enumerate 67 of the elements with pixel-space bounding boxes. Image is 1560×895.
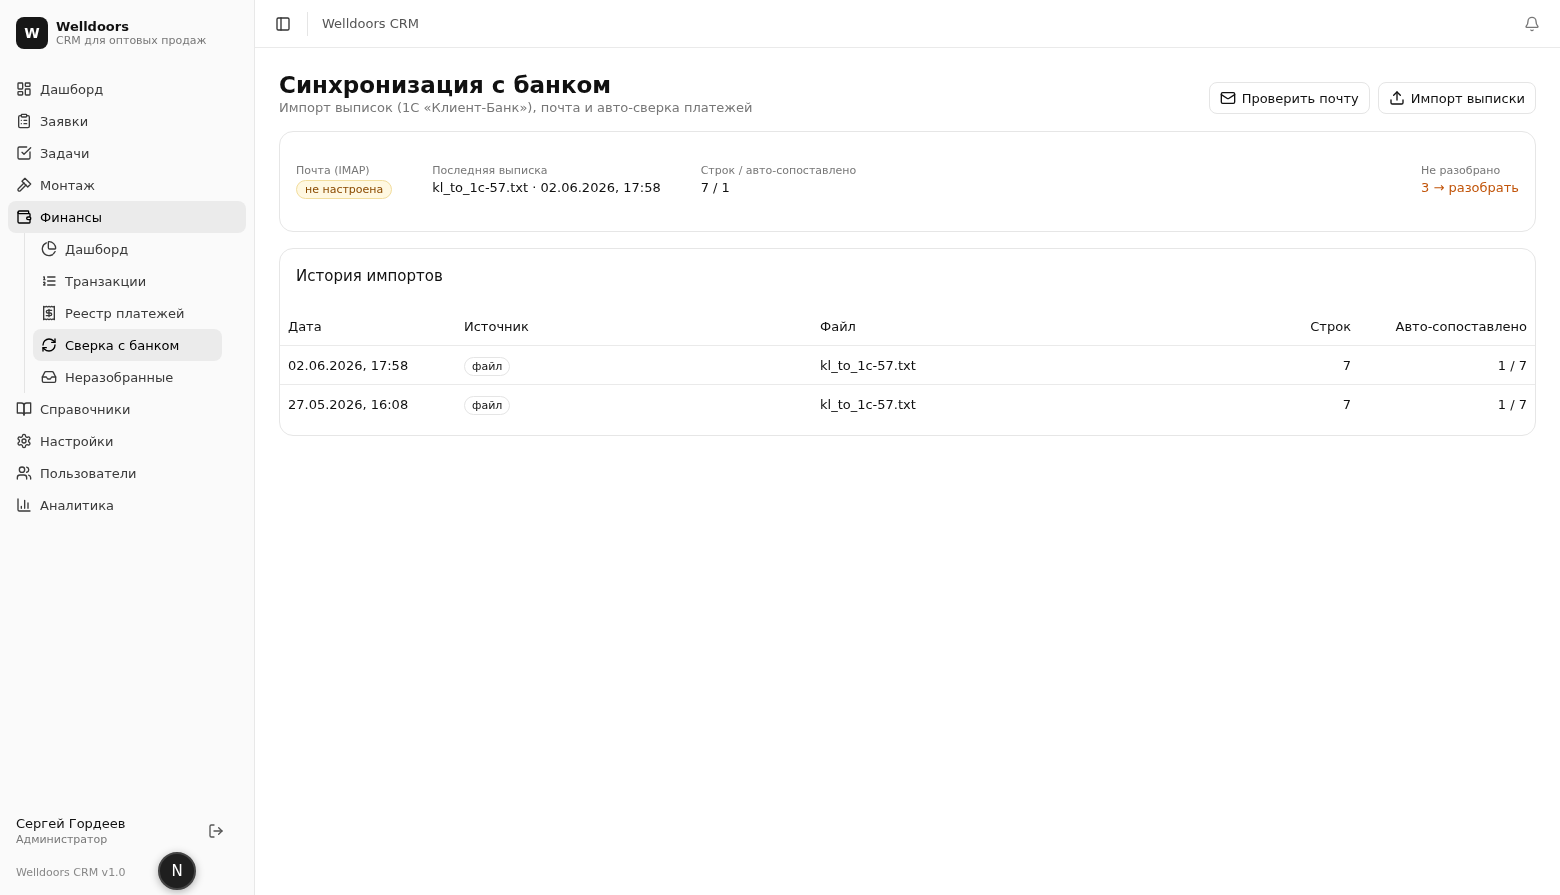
nav-subitem[interactable]: Сверка с банком bbox=[33, 329, 222, 361]
checkbox-icon bbox=[16, 145, 32, 161]
numbered-list-icon bbox=[41, 273, 57, 289]
sort-link[interactable]: 3 → разобрать bbox=[1421, 180, 1519, 195]
page-title: Синхронизация с банком bbox=[279, 72, 613, 98]
user-role: Администратор bbox=[16, 833, 109, 846]
inbox-icon bbox=[41, 369, 57, 385]
brand-logo: W bbox=[16, 17, 48, 49]
version-label: Welldoors CRM v1.0 bbox=[16, 866, 126, 879]
column-header: Источник bbox=[464, 318, 530, 334]
stat-label: Не разобрано bbox=[1421, 164, 1502, 177]
wallet-icon bbox=[16, 209, 32, 225]
table-cell-text: 27.05.2026, 16:08 bbox=[288, 396, 410, 412]
table-cell-text: 7 bbox=[1341, 396, 1351, 412]
check-mail-button[interactable]: Проверить почту bbox=[1208, 82, 1370, 114]
bell-icon bbox=[1524, 15, 1540, 32]
nav-subitem[interactable]: Транзакции bbox=[33, 265, 222, 297]
brand-tagline: CRM для оптовых продаж bbox=[56, 34, 207, 47]
nav-subitem[interactable]: Реестр платежей bbox=[33, 297, 222, 329]
hammer-icon bbox=[16, 177, 32, 193]
logout-icon bbox=[208, 823, 224, 839]
column-header: Дата bbox=[288, 318, 323, 334]
column-header: Авто-сопоставлено bbox=[1394, 318, 1527, 334]
brand-name: Welldoors bbox=[56, 19, 130, 34]
status-badge: не настроена bbox=[296, 180, 393, 199]
users-icon bbox=[16, 465, 32, 481]
import-button[interactable]: Импорт выписки bbox=[1377, 82, 1536, 114]
nav-item[interactable]: Задачи bbox=[8, 137, 246, 169]
nav-subitem[interactable]: Неразобранные bbox=[33, 361, 222, 393]
breadcrumb: Welldoors CRM bbox=[322, 16, 420, 31]
nav-item[interactable]: Финансы bbox=[8, 201, 246, 233]
mail-icon bbox=[1219, 90, 1236, 106]
pie-chart-icon bbox=[41, 241, 57, 257]
nav-item[interactable]: Монтаж bbox=[8, 169, 246, 201]
table-cell-text: 7 bbox=[1341, 357, 1351, 373]
receipt-icon bbox=[41, 305, 57, 321]
section-title: История импортов bbox=[296, 267, 444, 285]
column-header: Строк bbox=[1309, 318, 1351, 334]
nav-item[interactable]: Настройки bbox=[8, 425, 246, 457]
dashboard-icon bbox=[16, 81, 32, 97]
upload-icon bbox=[1388, 90, 1405, 106]
nav-item[interactable]: Пользователи bbox=[8, 457, 246, 489]
stat-value: kl_to_1c-57.txt · 02.06.2026, 17:58 bbox=[432, 180, 661, 195]
stat-value: 7 / 1 bbox=[700, 180, 731, 195]
table-cell-text: 1 / 7 bbox=[1496, 396, 1527, 412]
nav-item[interactable]: Справочники bbox=[8, 393, 246, 425]
table-cell-text: 1 / 7 bbox=[1496, 357, 1527, 373]
table-cell-text: kl_to_1c-57.txt bbox=[820, 357, 917, 373]
book-icon bbox=[16, 401, 32, 417]
table-cell-text: 02.06.2026, 17:58 bbox=[288, 357, 410, 373]
nav-item[interactable]: Аналитика bbox=[8, 489, 246, 521]
stat-label: Последняя выписка bbox=[432, 164, 549, 177]
settings-icon bbox=[16, 433, 32, 449]
page-subtitle: Импорт выписок (1С «Клиент-Банк»), почта и авто-сверка платежей bbox=[279, 100, 753, 115]
stat-label: Почта (IMAP) bbox=[296, 164, 371, 177]
table-cell-text: kl_to_1c-57.txt bbox=[820, 396, 917, 412]
sidebar-icon bbox=[275, 15, 291, 32]
nav-item[interactable]: Дашборд bbox=[8, 73, 246, 105]
nav-subitem[interactable]: Дашборд bbox=[33, 233, 222, 265]
stat-label: Строк / авто-сопоставлено bbox=[700, 164, 857, 177]
user-name: Сергей Гордеев bbox=[16, 816, 126, 831]
refresh-icon bbox=[41, 337, 57, 353]
dev-tools-button[interactable]: N bbox=[158, 852, 196, 890]
nav-item[interactable]: Заявки bbox=[8, 105, 246, 137]
bar-chart-icon bbox=[16, 497, 32, 513]
column-header: Файл bbox=[820, 318, 857, 334]
clipboard-icon bbox=[16, 113, 32, 129]
